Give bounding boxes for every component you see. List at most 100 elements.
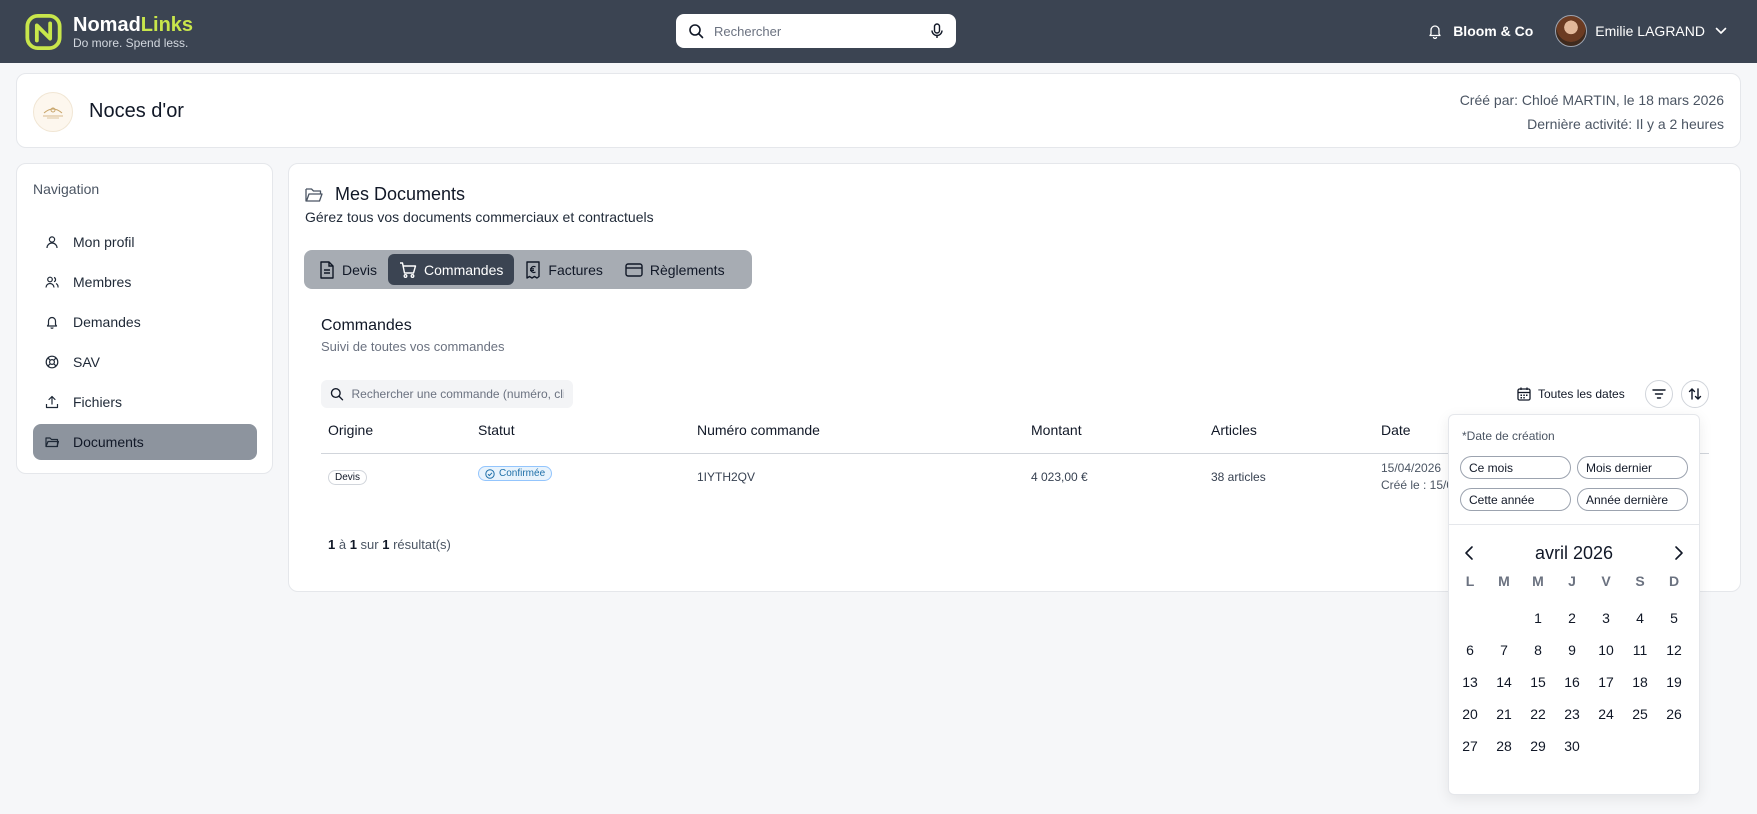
- column-header-date[interactable]: Date: [1381, 422, 1411, 438]
- orders-subtitle: Suivi de toutes vos commandes: [321, 339, 505, 354]
- calendar-day[interactable]: 13: [1453, 666, 1487, 698]
- calendar-day[interactable]: 9: [1555, 634, 1589, 666]
- calendar-header: avril 2026: [1449, 539, 1699, 567]
- status-badge: Confirmée: [478, 466, 553, 481]
- order-search[interactable]: [321, 380, 573, 408]
- preset-last-month[interactable]: Mois dernier: [1577, 456, 1688, 479]
- popover-divider: [1449, 524, 1699, 525]
- order-articles: 38 articles: [1211, 470, 1266, 484]
- bell-icon[interactable]: [1427, 23, 1443, 39]
- preset-this-year[interactable]: Cette année: [1460, 488, 1571, 511]
- calendar-day[interactable]: 4: [1623, 602, 1657, 634]
- calendar-day[interactable]: 30: [1555, 730, 1589, 762]
- calendar-day[interactable]: 17: [1589, 666, 1623, 698]
- calendar-day[interactable]: 5: [1657, 602, 1691, 634]
- calendar-day[interactable]: 24: [1589, 698, 1623, 730]
- sidebar-item-members[interactable]: Membres: [33, 264, 257, 300]
- cart-icon: [400, 261, 417, 278]
- tab-label: Commandes: [424, 261, 504, 278]
- preset-last-year[interactable]: Année dernière: [1577, 488, 1688, 511]
- search-icon: [330, 388, 344, 401]
- date-filter-button[interactable]: Toutes les dates: [1511, 380, 1631, 408]
- credit-card-icon: [625, 262, 643, 277]
- calendar-day[interactable]: 11: [1623, 634, 1657, 666]
- chevron-right-icon[interactable]: [1673, 545, 1685, 561]
- filter-button[interactable]: [1645, 380, 1673, 408]
- calendar-day[interactable]: 14: [1487, 666, 1521, 698]
- calendar-day[interactable]: 3: [1589, 602, 1623, 634]
- company-name[interactable]: Bloom & Co: [1453, 23, 1533, 39]
- date-filter-popover: *Date de création Ce mois Mois dernier C…: [1448, 414, 1700, 795]
- order-search-input[interactable]: [351, 387, 564, 401]
- tab-label: Règlements: [649, 261, 725, 278]
- sidebar-item-files[interactable]: Fichiers: [33, 384, 257, 420]
- calendar-day[interactable]: 26: [1657, 698, 1691, 730]
- sidebar-item-sav[interactable]: SAV: [33, 344, 257, 380]
- sidebar: Navigation Mon profil Membres Demandes S…: [16, 163, 273, 474]
- tab-commandes[interactable]: Commandes: [388, 254, 515, 285]
- created-by: Créé par: Chloé MARTIN, le 18 mars 2026: [1459, 92, 1724, 108]
- calendar-day[interactable]: 10: [1589, 634, 1623, 666]
- sidebar-item-requests[interactable]: Demandes: [33, 304, 257, 340]
- user-name[interactable]: Emilie LAGRAND: [1595, 23, 1705, 39]
- chevron-down-icon[interactable]: [1715, 27, 1727, 35]
- sidebar-title: Navigation: [33, 181, 100, 197]
- calendar-day[interactable]: 18: [1623, 666, 1657, 698]
- pagination-summary: 1 à 1 sur 1 résultat(s): [328, 537, 451, 552]
- calendar-day[interactable]: 23: [1555, 698, 1589, 730]
- microphone-icon[interactable]: [930, 23, 944, 39]
- sidebar-nav: Mon profil Membres Demandes SAV Fichiers…: [33, 224, 257, 464]
- section-title: Mes Documents: [335, 184, 466, 204]
- calendar-day[interactable]: 20: [1453, 698, 1487, 730]
- sort-button[interactable]: [1681, 380, 1709, 408]
- order-number[interactable]: 1IYTH2QV: [697, 470, 755, 484]
- order-created: Créé le : 15/0: [1381, 478, 1454, 492]
- calendar-day[interactable]: 15: [1521, 666, 1555, 698]
- bell-icon: [46, 316, 58, 329]
- project-title: Noces d'or: [89, 100, 184, 122]
- sidebar-item-profile[interactable]: Mon profil: [33, 224, 257, 260]
- global-search[interactable]: [676, 14, 956, 48]
- preset-this-month[interactable]: Ce mois: [1460, 456, 1571, 479]
- calendar-day[interactable]: 8: [1521, 634, 1555, 666]
- calendar-day[interactable]: 22: [1521, 698, 1555, 730]
- calendar-day[interactable]: 2: [1555, 602, 1589, 634]
- calendar-day[interactable]: 6: [1453, 634, 1487, 666]
- calendar-day[interactable]: 29: [1521, 730, 1555, 762]
- tab-factures[interactable]: Factures: [514, 254, 613, 285]
- calendar-day[interactable]: 19: [1657, 666, 1691, 698]
- calendar-day[interactable]: 27: [1453, 730, 1487, 762]
- app-tagline: Do more. Spend less.: [73, 36, 189, 50]
- column-header-amount[interactable]: Montant: [1031, 422, 1082, 438]
- calendar-day[interactable]: 1: [1521, 602, 1555, 634]
- calendar-day[interactable]: 12: [1657, 634, 1691, 666]
- sidebar-item-label: Documents: [73, 434, 144, 450]
- sort-icon: [1688, 388, 1702, 400]
- search-icon: [689, 24, 704, 39]
- tab-devis[interactable]: Devis: [308, 254, 388, 285]
- sidebar-item-documents[interactable]: Documents: [33, 424, 257, 460]
- calendar-day[interactable]: 7: [1487, 634, 1521, 666]
- calendar-day[interactable]: 25: [1623, 698, 1657, 730]
- calendar-month: avril 2026: [1534, 543, 1614, 563]
- weekday-label: S: [1635, 573, 1645, 589]
- column-header-articles[interactable]: Articles: [1211, 422, 1257, 438]
- column-header-status[interactable]: Statut: [478, 422, 515, 438]
- document-tabs: Devis Commandes Factures Règlements: [304, 250, 752, 289]
- app-logo[interactable]: NomadLinks Do more. Spend less.: [24, 13, 193, 51]
- search-input[interactable]: [714, 23, 930, 39]
- user-avatar[interactable]: [1555, 15, 1588, 47]
- order-amount: 4 023,00 €: [1031, 470, 1088, 484]
- column-header-number[interactable]: Numéro commande: [697, 422, 820, 438]
- calendar-grid: L M M J V S D 1 2 3 4 5 6 7 8 9 10 11 12 13 14 15 16 17 18 19 20 21…: [1453, 570, 1691, 762]
- popover-label: *Date de création: [1462, 429, 1555, 443]
- calendar-day[interactable]: 28: [1487, 730, 1521, 762]
- origin-badge: Devis: [328, 470, 368, 485]
- column-header-origin[interactable]: Origine: [328, 422, 373, 438]
- weekday-label: M: [1498, 573, 1510, 589]
- calendar-day[interactable]: 16: [1555, 666, 1589, 698]
- project-logo: [33, 92, 73, 132]
- calendar-day[interactable]: 21: [1487, 698, 1521, 730]
- weekday-label: J: [1568, 573, 1576, 589]
- tab-reglements[interactable]: Règlements: [614, 254, 736, 285]
